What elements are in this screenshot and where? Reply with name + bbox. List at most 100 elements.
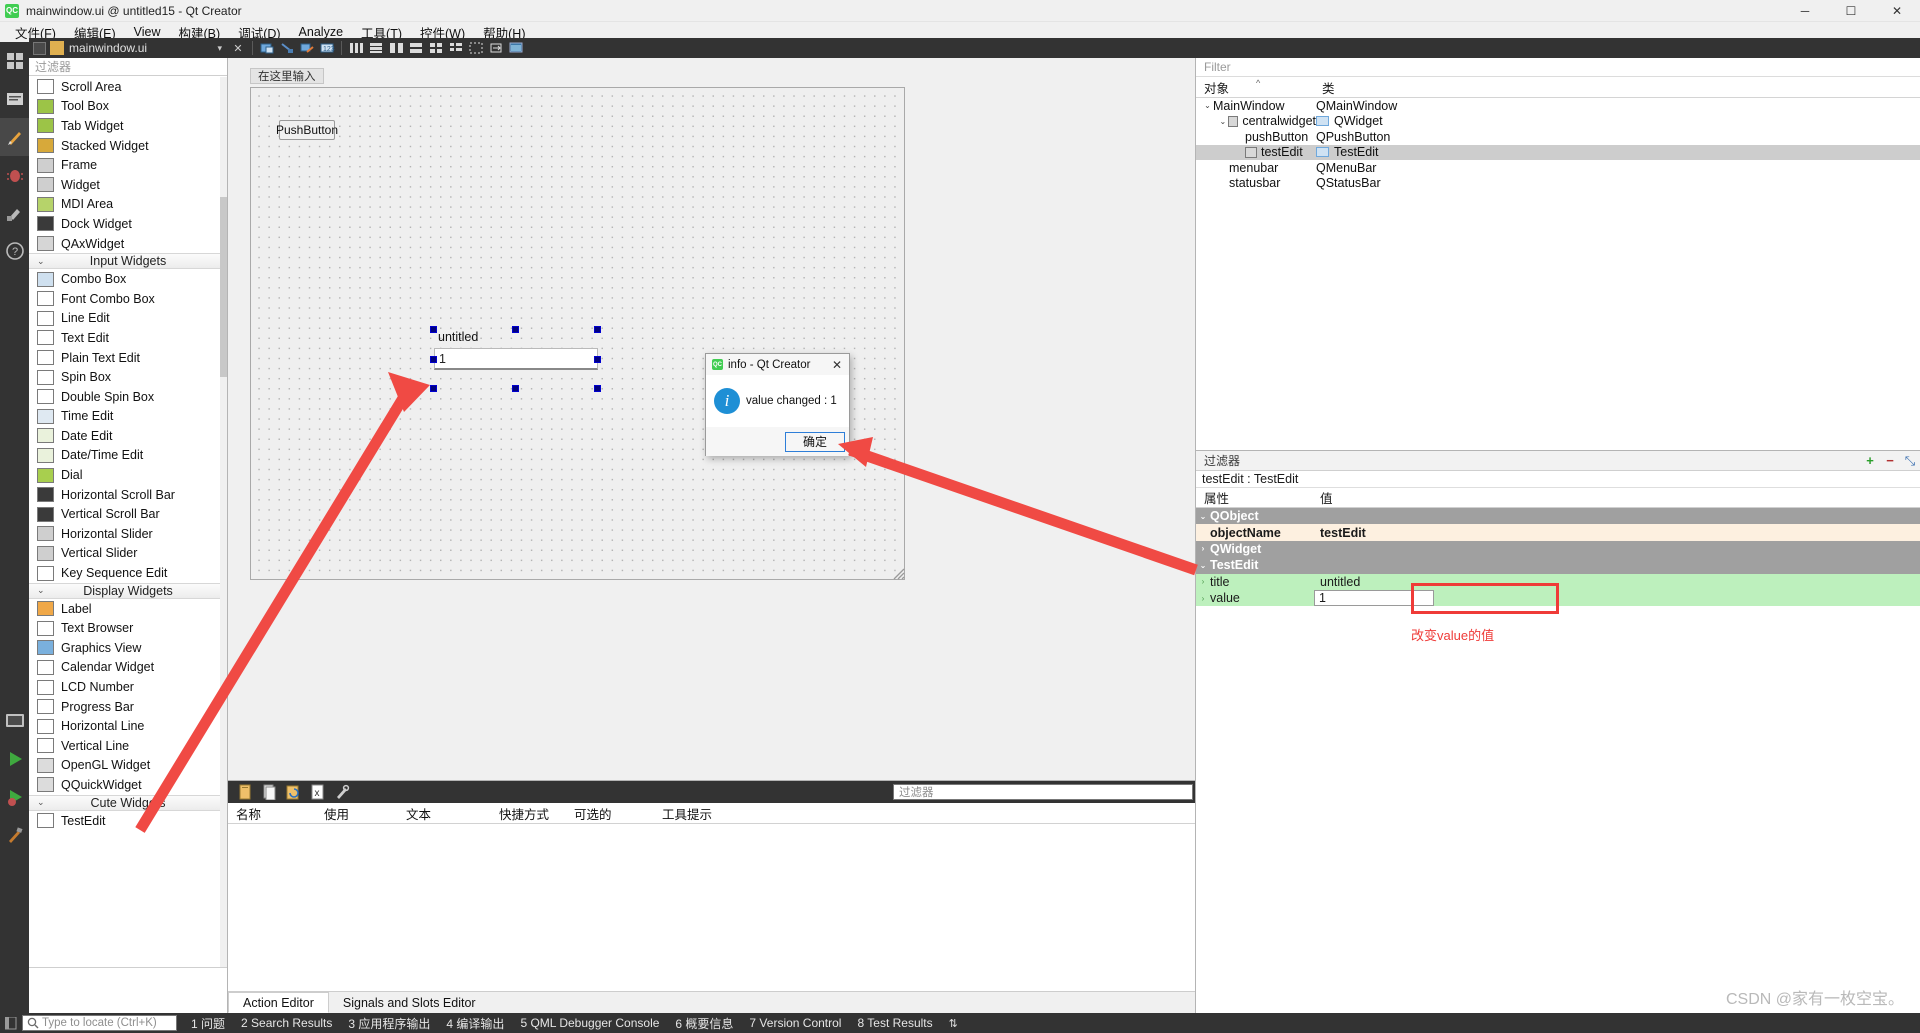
file-tab-label[interactable]: mainwindow.ui [69,41,147,55]
chevron-down-icon[interactable]: ⌄ [1202,101,1213,110]
output-pane-general-messages[interactable]: 6 概要信息 [675,1015,733,1032]
object-inspector-filter-input[interactable]: Filter [1196,58,1920,77]
column-checkable[interactable]: 可选的 [566,804,654,823]
property-row-objectname[interactable]: objectName testEdit [1196,524,1920,541]
remove-property-button[interactable]: − [1880,452,1900,469]
tab-signals-slots-editor[interactable]: Signals and Slots Editor [329,992,490,1013]
widget-box-item-combo-box[interactable]: Combo Box [29,269,227,289]
form-test-edit-widget[interactable]: untitled 1 [430,326,601,392]
column-value[interactable]: 值 [1314,488,1333,507]
selection-handle-middle-right[interactable] [594,356,601,363]
property-row-qobject[interactable]: ⌄ QObject [1196,508,1920,525]
widget-box-item-horizontal-slider[interactable]: Horizontal Slider [29,524,227,544]
action-editor-filter-input[interactable]: 过滤器 [893,784,1193,800]
column-tooltip[interactable]: 工具提示 [654,804,754,823]
chevron-right-icon[interactable]: › [1196,544,1210,553]
widget-box-item-vertical-scroll-bar[interactable]: Vertical Scroll Bar [29,504,227,524]
column-text[interactable]: 文本 [398,804,491,823]
configure-icon[interactable] [332,781,351,803]
widget-box-item-qquickwidget[interactable]: QQuickWidget [29,775,227,795]
test-edit-value-input[interactable]: 1 [434,348,598,370]
widget-box-item-plain-text-edit[interactable]: Plain Text Edit [29,348,227,368]
widget-box-item-font-combo-box[interactable]: Font Combo Box [29,289,227,309]
layout-horizontal-icon[interactable] [347,38,365,58]
widget-box-item-date-edit[interactable]: Date Edit [29,426,227,446]
debug-run-icon[interactable] [0,778,29,816]
split-icon[interactable] [33,41,46,55]
break-layout-icon[interactable] [467,38,485,58]
widget-box-category-display-widgets[interactable]: ⌄ Display Widgets [29,582,227,599]
widget-box-item-calendar-widget[interactable]: Calendar Widget [29,658,227,678]
output-pane-test-results[interactable]: 8 Test Results [857,1016,932,1030]
chevron-down-icon[interactable]: ⌄ [1196,561,1210,570]
widget-box-item-lcd-number[interactable]: LCD Number [29,677,227,697]
widget-box-item-label[interactable]: Label [29,599,227,619]
welcome-icon[interactable] [0,42,29,80]
configure-property-button[interactable]: ⤡ [1900,452,1920,469]
selection-handle-top-left[interactable] [430,326,437,333]
layout-splitter-vertical-icon[interactable] [407,38,425,58]
object-inspector-row-centralwidget[interactable]: ⌄ centralwidget QWidget [1196,114,1920,130]
widget-box-item-text-browser[interactable]: Text Browser [29,618,227,638]
edit-icon[interactable] [0,80,29,118]
minimize-button[interactable]: ─ [1782,0,1828,22]
form-push-button[interactable]: PushButton [276,120,338,140]
column-used[interactable]: 使用 [316,804,398,823]
object-inspector-rows[interactable]: ⌄ MainWindow QMainWindow ⌄ centralwidget QWid… [1196,98,1920,191]
widget-box-item-key-sequence-edit[interactable]: Key Sequence Edit [29,563,227,583]
preview-icon[interactable] [507,38,525,58]
project-selector-icon[interactable] [0,702,29,740]
design-icon[interactable] [0,118,29,156]
widget-box-category-cute-widgets[interactable]: ⌄ Cute Widgets [29,794,227,811]
output-pane-updown-icon[interactable]: ⇅ [949,1017,958,1030]
layout-form-icon[interactable] [447,38,465,58]
edit-widgets-icon[interactable] [258,38,276,58]
column-shortcut[interactable]: 快捷方式 [491,804,566,823]
chevron-right-icon[interactable]: › [1196,594,1210,603]
column-property[interactable]: 属性 [1196,488,1314,507]
selection-handle-bottom-right[interactable] [594,385,601,392]
paste-icon[interactable] [284,781,303,803]
widget-box-filter-input[interactable]: 过滤器 [29,58,227,76]
output-pane-search-results[interactable]: 2 Search Results [241,1016,332,1030]
tab-action-editor[interactable]: Action Editor [228,992,329,1013]
property-value-cell[interactable]: testEdit [1314,526,1920,540]
locator-input[interactable]: Type to locate (Ctrl+K) [22,1015,177,1031]
widget-box-item-qaxwidget[interactable]: QAxWidget [29,234,227,254]
adjust-size-icon[interactable] [487,38,505,58]
selection-handle-bottom-center[interactable] [512,385,519,392]
add-property-button[interactable]: + [1860,452,1880,469]
widget-box-item-testedit[interactable]: TestEdit [29,811,227,831]
maximize-button[interactable]: ☐ [1828,0,1874,22]
form-resize-grip[interactable] [891,566,905,580]
widget-box-item-horizontal-line[interactable]: Horizontal Line [29,716,227,736]
widget-box-item-time-edit[interactable]: Time Edit [29,407,227,427]
new-action-icon[interactable] [236,781,255,803]
edit-tab-order-icon[interactable]: 123 [318,38,336,58]
property-row-qwidget[interactable]: › QWidget [1196,540,1920,558]
layout-grid-icon[interactable] [427,38,445,58]
property-value-cell[interactable]: untitled [1314,575,1920,589]
run-icon[interactable] [0,740,29,778]
output-pane-issues[interactable]: 1 问题 [191,1015,225,1032]
widget-box-item-horizontal-scroll-bar[interactable]: Horizontal Scroll Bar [29,485,227,505]
delete-icon[interactable]: x [308,781,327,803]
widget-box-item-spin-box[interactable]: Spin Box [29,367,227,387]
column-name[interactable]: 名称 [228,804,316,823]
edit-buddies-icon[interactable] [298,38,316,58]
output-pane-app-output[interactable]: 3 应用程序输出 [348,1015,430,1032]
widget-box-list[interactable]: Scroll Area Tool Box Tab Widget Stacked Wid… [29,77,227,967]
dialog-close-button[interactable]: ✕ [825,358,849,372]
widget-box-scrollbar[interactable] [220,77,227,967]
widget-box-item-line-edit[interactable]: Line Edit [29,309,227,329]
close-button[interactable]: ✕ [1874,0,1920,22]
layout-vertical-icon[interactable] [367,38,385,58]
debug-icon[interactable] [0,156,29,194]
layout-splitter-horizontal-icon[interactable] [387,38,405,58]
output-pane-version-control[interactable]: 7 Version Control [749,1016,841,1030]
widget-box-item-scroll-area[interactable]: Scroll Area [29,77,227,97]
object-inspector-row-menubar[interactable]: menubar QMenuBar [1196,160,1920,176]
widget-box-item-widget[interactable]: Widget [29,175,227,195]
edit-signals-slots-icon[interactable] [278,38,296,58]
widget-box-item-vertical-line[interactable]: Vertical Line [29,736,227,756]
